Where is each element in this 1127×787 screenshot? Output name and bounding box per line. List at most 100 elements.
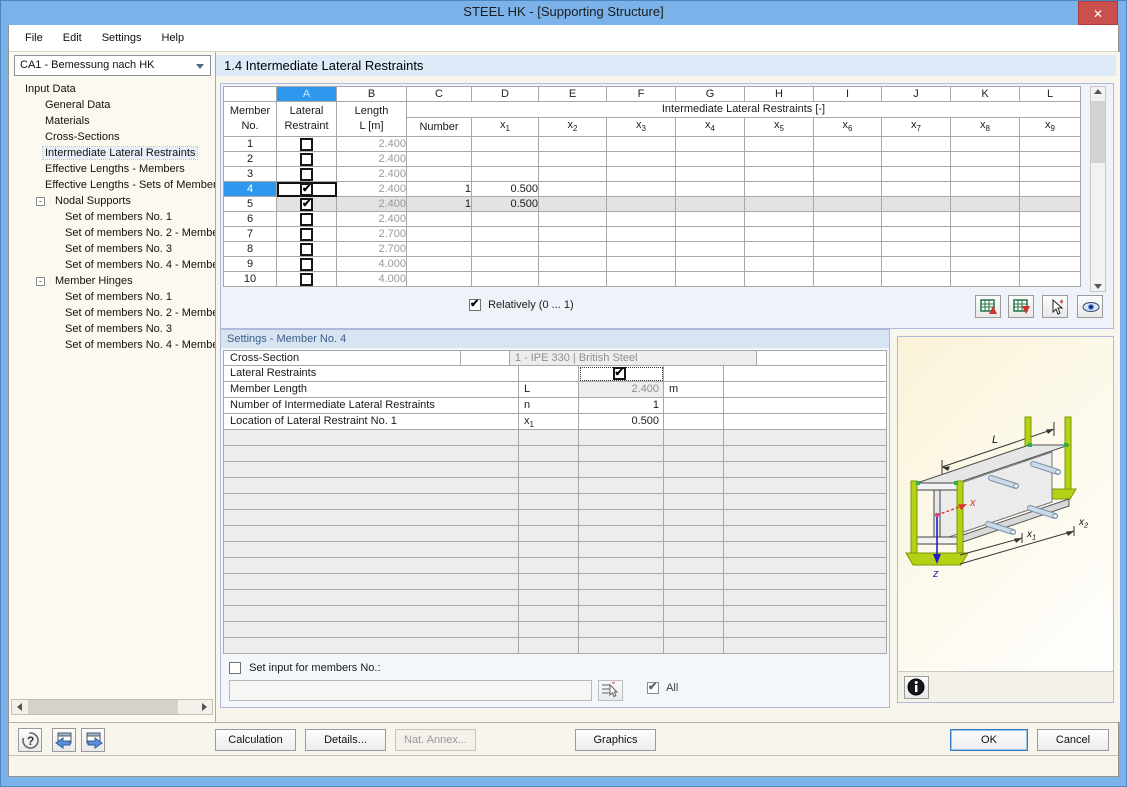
x-cell[interactable] xyxy=(881,151,951,168)
menu-settings[interactable]: Settings xyxy=(92,25,152,51)
x1-cell[interactable] xyxy=(471,271,539,288)
x-cell[interactable] xyxy=(813,226,882,243)
column-header-I[interactable]: I xyxy=(813,86,882,102)
tree-item[interactable]: Set of members No. 2 - Member S xyxy=(9,225,215,241)
x1-cell[interactable]: 0.500 xyxy=(471,181,539,198)
number-cell[interactable] xyxy=(406,226,472,243)
column-header-J[interactable]: J xyxy=(881,86,951,102)
x-cell[interactable] xyxy=(950,211,1020,228)
x-cell[interactable] xyxy=(744,241,814,258)
number-cell[interactable] xyxy=(406,166,472,183)
x-cell[interactable] xyxy=(606,166,676,183)
row-header-5[interactable]: 5 xyxy=(223,196,277,213)
menu-help[interactable]: Help xyxy=(151,25,194,51)
info-button[interactable] xyxy=(904,676,929,699)
x-cell[interactable] xyxy=(675,256,745,273)
x-cell[interactable] xyxy=(1019,181,1081,198)
column-header-K[interactable]: K xyxy=(950,86,1020,102)
x-cell[interactable] xyxy=(881,166,951,183)
graphics-button[interactable]: Graphics xyxy=(575,729,656,751)
x-cell[interactable] xyxy=(881,181,951,198)
number-cell[interactable]: 1 xyxy=(406,196,472,213)
x-cell[interactable] xyxy=(606,136,676,153)
x-cell[interactable] xyxy=(675,181,745,198)
x1-cell[interactable] xyxy=(471,211,539,228)
x-cell[interactable] xyxy=(813,271,882,288)
column-header-E[interactable]: E xyxy=(538,86,607,102)
x-cell[interactable] xyxy=(538,241,607,258)
x-cell[interactable] xyxy=(1019,211,1081,228)
x-cell[interactable] xyxy=(675,196,745,213)
row-header-10[interactable]: 10 xyxy=(223,271,277,288)
x-cell[interactable] xyxy=(881,271,951,288)
x-cell[interactable] xyxy=(744,256,814,273)
lateral-restraint-cell[interactable] xyxy=(276,226,337,243)
lateral-restraint-cell[interactable] xyxy=(276,136,337,153)
help-button[interactable]: ? xyxy=(18,728,42,752)
x-cell[interactable] xyxy=(606,211,676,228)
tree-item[interactable]: General Data xyxy=(9,97,215,113)
x-cell[interactable] xyxy=(950,256,1020,273)
x-cell[interactable] xyxy=(1019,256,1081,273)
previous-window-button[interactable] xyxy=(52,728,76,752)
x-cell[interactable] xyxy=(1019,226,1081,243)
x-cell[interactable] xyxy=(675,211,745,228)
row-header-3[interactable]: 3 xyxy=(223,166,277,183)
members-input[interactable] xyxy=(229,680,592,701)
x1-cell[interactable]: 0.500 xyxy=(471,196,539,213)
tree-item[interactable]: Set of members No. 4 - Member S xyxy=(9,337,215,353)
x-cell[interactable] xyxy=(1019,241,1081,258)
x-cell[interactable] xyxy=(881,241,951,258)
x-cell[interactable] xyxy=(813,196,882,213)
tree-item[interactable]: Set of members No. 1 xyxy=(9,289,215,305)
lateral-restraint-cell[interactable] xyxy=(276,196,337,213)
x-cell[interactable] xyxy=(881,226,951,243)
x-cell[interactable] xyxy=(950,151,1020,168)
tree-item[interactable]: Set of members No. 3 xyxy=(9,321,215,337)
lateral-restraint-cell[interactable] xyxy=(276,151,337,168)
column-header-F[interactable]: F xyxy=(606,86,676,102)
x-cell[interactable] xyxy=(1019,151,1081,168)
set-input-checkbox[interactable] xyxy=(229,662,241,675)
scrollbar-thumb[interactable] xyxy=(28,700,178,714)
row-header-8[interactable]: 8 xyxy=(223,241,277,258)
setting-value[interactable]: 1 xyxy=(579,398,664,414)
x-cell[interactable] xyxy=(1019,136,1081,153)
import-excel-button[interactable] xyxy=(1008,295,1034,318)
relatively-checkbox[interactable] xyxy=(469,297,481,312)
x-cell[interactable] xyxy=(881,211,951,228)
scroll-left-button[interactable] xyxy=(12,700,27,714)
design-case-dropdown[interactable]: CA1 - Bemessung nach HK xyxy=(14,55,211,76)
x1-cell[interactable] xyxy=(471,241,539,258)
column-header-D[interactable]: D xyxy=(471,86,539,102)
number-cell[interactable]: 1 xyxy=(406,181,472,198)
column-header-H[interactable]: H xyxy=(744,86,814,102)
row-header-7[interactable]: 7 xyxy=(223,226,277,243)
next-window-button[interactable] xyxy=(81,728,105,752)
x-cell[interactable] xyxy=(675,271,745,288)
details-button[interactable]: Details... xyxy=(305,729,386,751)
x-cell[interactable] xyxy=(950,196,1020,213)
x-cell[interactable] xyxy=(881,136,951,153)
x-cell[interactable] xyxy=(538,151,607,168)
title-bar[interactable]: STEEL HK - [Supporting Structure] ✕ xyxy=(0,0,1127,25)
setting-value[interactable]: 0.500 xyxy=(579,414,664,430)
export-excel-button[interactable] xyxy=(975,295,1001,318)
x-cell[interactable] xyxy=(675,226,745,243)
x1-cell[interactable] xyxy=(471,226,539,243)
lateral-restraint-cell[interactable] xyxy=(276,181,337,198)
row-header-6[interactable]: 6 xyxy=(223,211,277,228)
x-cell[interactable] xyxy=(1019,271,1081,288)
column-header-A[interactable]: A xyxy=(276,86,337,102)
scroll-up-button[interactable] xyxy=(1094,89,1102,94)
column-header-L[interactable]: L xyxy=(1019,86,1081,102)
x-cell[interactable] xyxy=(538,226,607,243)
number-cell[interactable] xyxy=(406,271,472,288)
tree-horizontal-scrollbar[interactable] xyxy=(11,699,213,715)
x-cell[interactable] xyxy=(1019,166,1081,183)
calculation-button[interactable]: Calculation xyxy=(215,729,296,751)
row-header-9[interactable]: 9 xyxy=(223,256,277,273)
tree-item[interactable]: Intermediate Lateral Restraints xyxy=(9,145,215,161)
row-header-2[interactable]: 2 xyxy=(223,151,277,168)
x-cell[interactable] xyxy=(538,136,607,153)
